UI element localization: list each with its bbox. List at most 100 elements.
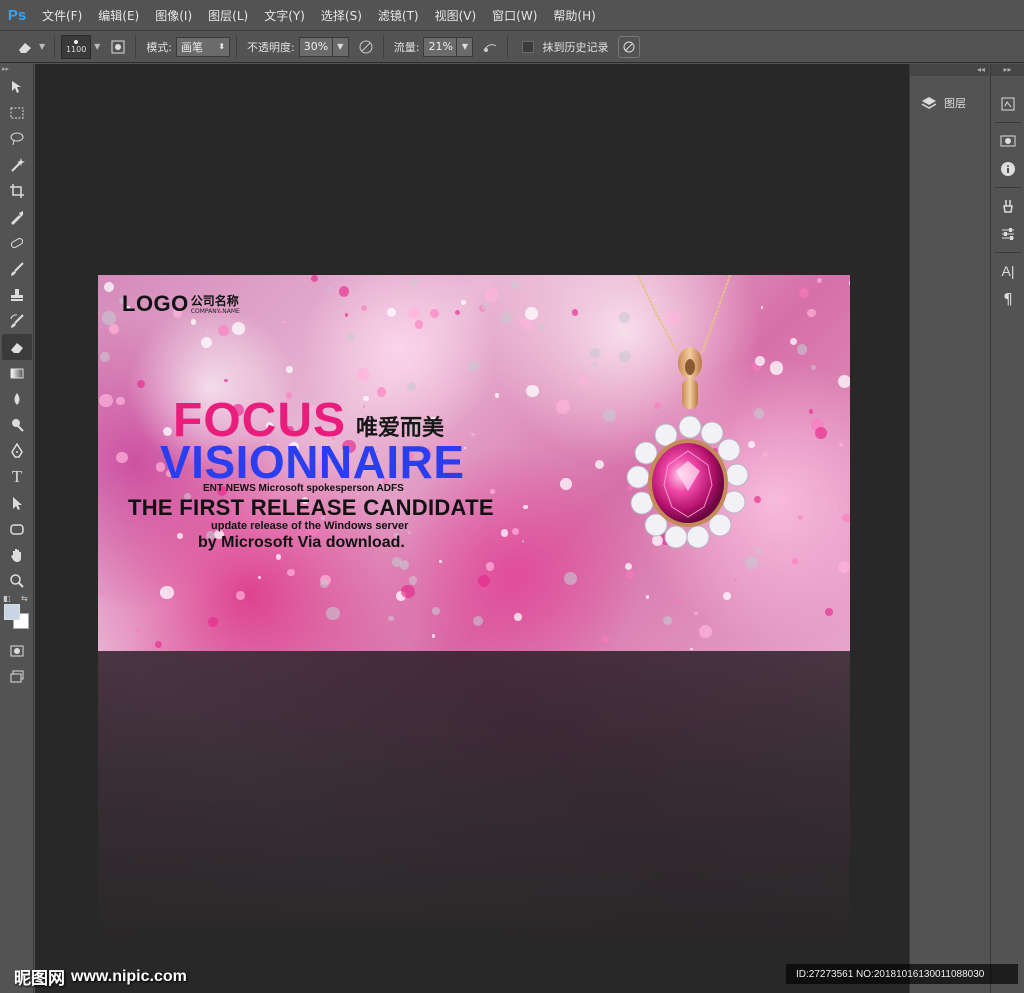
zoom-tool-icon[interactable]	[2, 568, 32, 594]
glitter-dot	[780, 500, 787, 506]
dodge-tool-icon[interactable]	[2, 412, 32, 438]
glitter-dot	[135, 628, 140, 633]
history-panel-icon[interactable]	[993, 90, 1023, 118]
opacity-dropdown-icon[interactable]: ▼	[332, 36, 349, 57]
glitter-dot	[796, 344, 807, 355]
glitter-dot	[484, 288, 499, 302]
menu-image[interactable]: 图像(I)	[147, 7, 200, 24]
eyedropper-tool-icon[interactable]	[2, 204, 32, 230]
download-line: by Microsoft Via download.	[198, 534, 405, 551]
healing-brush-tool-icon[interactable]	[2, 230, 32, 256]
glitter-dot	[361, 304, 368, 312]
tablet-pressure-size-icon[interactable]	[618, 35, 641, 58]
flow-input[interactable]: 21%	[423, 36, 458, 57]
flow-dropdown-icon[interactable]: ▼	[457, 36, 474, 57]
glitter-dot	[275, 554, 282, 560]
menu-select[interactable]: 选择(S)	[313, 7, 370, 24]
glitter-dot	[231, 321, 246, 336]
brush-dropdown-arrow-icon[interactable]: ▼	[94, 42, 100, 51]
document-canvas[interactable]: LOGO 公司名称 COMPANY NAME FOCUS 唯爱而美 VISION…	[98, 275, 850, 651]
menu-edit[interactable]: 编辑(E)	[90, 7, 147, 24]
swap-colors-icon[interactable]: ⇆	[21, 594, 28, 603]
glitter-dot	[326, 286, 331, 291]
glitter-dot	[837, 374, 850, 389]
brush-tool-icon[interactable]	[2, 256, 32, 282]
history-brush-tool-icon[interactable]	[2, 308, 32, 334]
menu-window[interactable]: 窗口(W)	[484, 7, 545, 24]
nipic-watermark: 昵图网 www.nipic.com	[14, 964, 187, 990]
swatches-panel-icon[interactable]	[993, 127, 1023, 155]
hand-tool-icon[interactable]	[2, 542, 32, 568]
magic-wand-tool-icon[interactable]	[2, 152, 32, 178]
glitter-dot	[176, 533, 183, 540]
marquee-tool-icon[interactable]	[2, 100, 32, 126]
foreground-color-swatch[interactable]	[4, 604, 20, 620]
glitter-dot	[108, 323, 120, 335]
panel-dock-collapse-icon[interactable]: ◂◂	[910, 64, 989, 76]
brush-presets-icon[interactable]	[993, 192, 1023, 220]
adjustments-icon[interactable]	[993, 220, 1023, 248]
airbrush-icon[interactable]	[479, 36, 501, 58]
menu-help[interactable]: 帮助(H)	[545, 7, 603, 24]
menu-file[interactable]: 文件(F)	[34, 7, 90, 24]
menu-view[interactable]: 视图(V)	[427, 7, 485, 24]
glitter-dot	[473, 615, 484, 626]
gradient-tool-icon[interactable]	[2, 360, 32, 386]
character-panel-icon[interactable]: A|	[993, 257, 1023, 285]
type-tool-icon[interactable]: T	[2, 464, 32, 490]
color-swatches[interactable]: ◧ ⇆	[2, 594, 32, 634]
glitter-dot	[797, 514, 803, 520]
icon-dock-collapse-icon[interactable]: ▸▸	[991, 64, 1024, 76]
glitter-dot	[511, 527, 519, 535]
glitter-dot	[431, 606, 440, 615]
move-tool-icon[interactable]	[2, 74, 32, 100]
path-selection-tool-icon[interactable]	[2, 490, 32, 516]
preset-dropdown-arrow-icon[interactable]: ▼	[39, 42, 45, 51]
glitter-dot	[471, 432, 475, 436]
pen-tool-icon[interactable]	[2, 438, 32, 464]
info-panel-icon[interactable]	[993, 155, 1023, 183]
brush-panel-toggle-icon[interactable]	[107, 36, 129, 58]
opacity-input[interactable]: 30%	[298, 36, 333, 57]
panel-dock: ◂◂ 图层	[909, 64, 989, 993]
blur-tool-icon[interactable]	[2, 386, 32, 412]
screen-mode-icon[interactable]	[2, 664, 32, 690]
crop-tool-icon[interactable]	[2, 178, 32, 204]
pressure-opacity-icon[interactable]	[355, 36, 377, 58]
glitter-dot	[409, 576, 418, 585]
glitter-dot	[468, 361, 479, 373]
default-colors-icon[interactable]: ◧	[3, 594, 11, 603]
lasso-tool-icon[interactable]	[2, 126, 32, 152]
eraser-tool-icon[interactable]	[2, 334, 32, 360]
glitter-dot	[477, 575, 491, 588]
erase-to-history-checkbox[interactable]	[522, 40, 535, 53]
eraser-tool-preset-icon[interactable]	[14, 36, 36, 58]
glitter-dot	[674, 597, 680, 603]
shape-tool-icon[interactable]	[2, 516, 32, 542]
glitter-dot	[388, 615, 395, 622]
glitter-dot	[603, 409, 617, 423]
glitter-dot	[663, 615, 673, 625]
pink-gemstone-pendant-image	[626, 275, 749, 549]
layers-panel-tab[interactable]: 图层	[910, 90, 989, 116]
glitter-dot	[501, 312, 512, 323]
toolbar-collapse-icon[interactable]: ▸▸	[0, 64, 33, 74]
opacity-label: 不透明度:	[247, 40, 295, 54]
clone-stamp-tool-icon[interactable]	[2, 282, 32, 308]
mode-select[interactable]: 画笔 ⬍	[176, 36, 231, 57]
watermark-url: www.nipic.com	[71, 967, 187, 985]
quick-mask-icon[interactable]	[2, 638, 32, 664]
glitter-dot	[107, 555, 112, 560]
paragraph-panel-icon[interactable]: ¶	[993, 285, 1023, 313]
menu-layer[interactable]: 图层(L)	[200, 7, 256, 24]
glitter-dot	[825, 608, 833, 616]
glitter-dot	[833, 509, 836, 512]
glitter-dot	[556, 400, 570, 414]
erase-to-history-label: 抹到历史记录	[542, 40, 609, 54]
glitter-dot	[490, 489, 496, 494]
menu-type[interactable]: 文字(Y)	[256, 7, 313, 24]
menu-filter[interactable]: 滤镜(T)	[370, 7, 427, 24]
brush-size-preview[interactable]: 1100	[61, 34, 92, 59]
glitter-dot	[481, 304, 488, 311]
glitter-dot	[386, 307, 397, 318]
